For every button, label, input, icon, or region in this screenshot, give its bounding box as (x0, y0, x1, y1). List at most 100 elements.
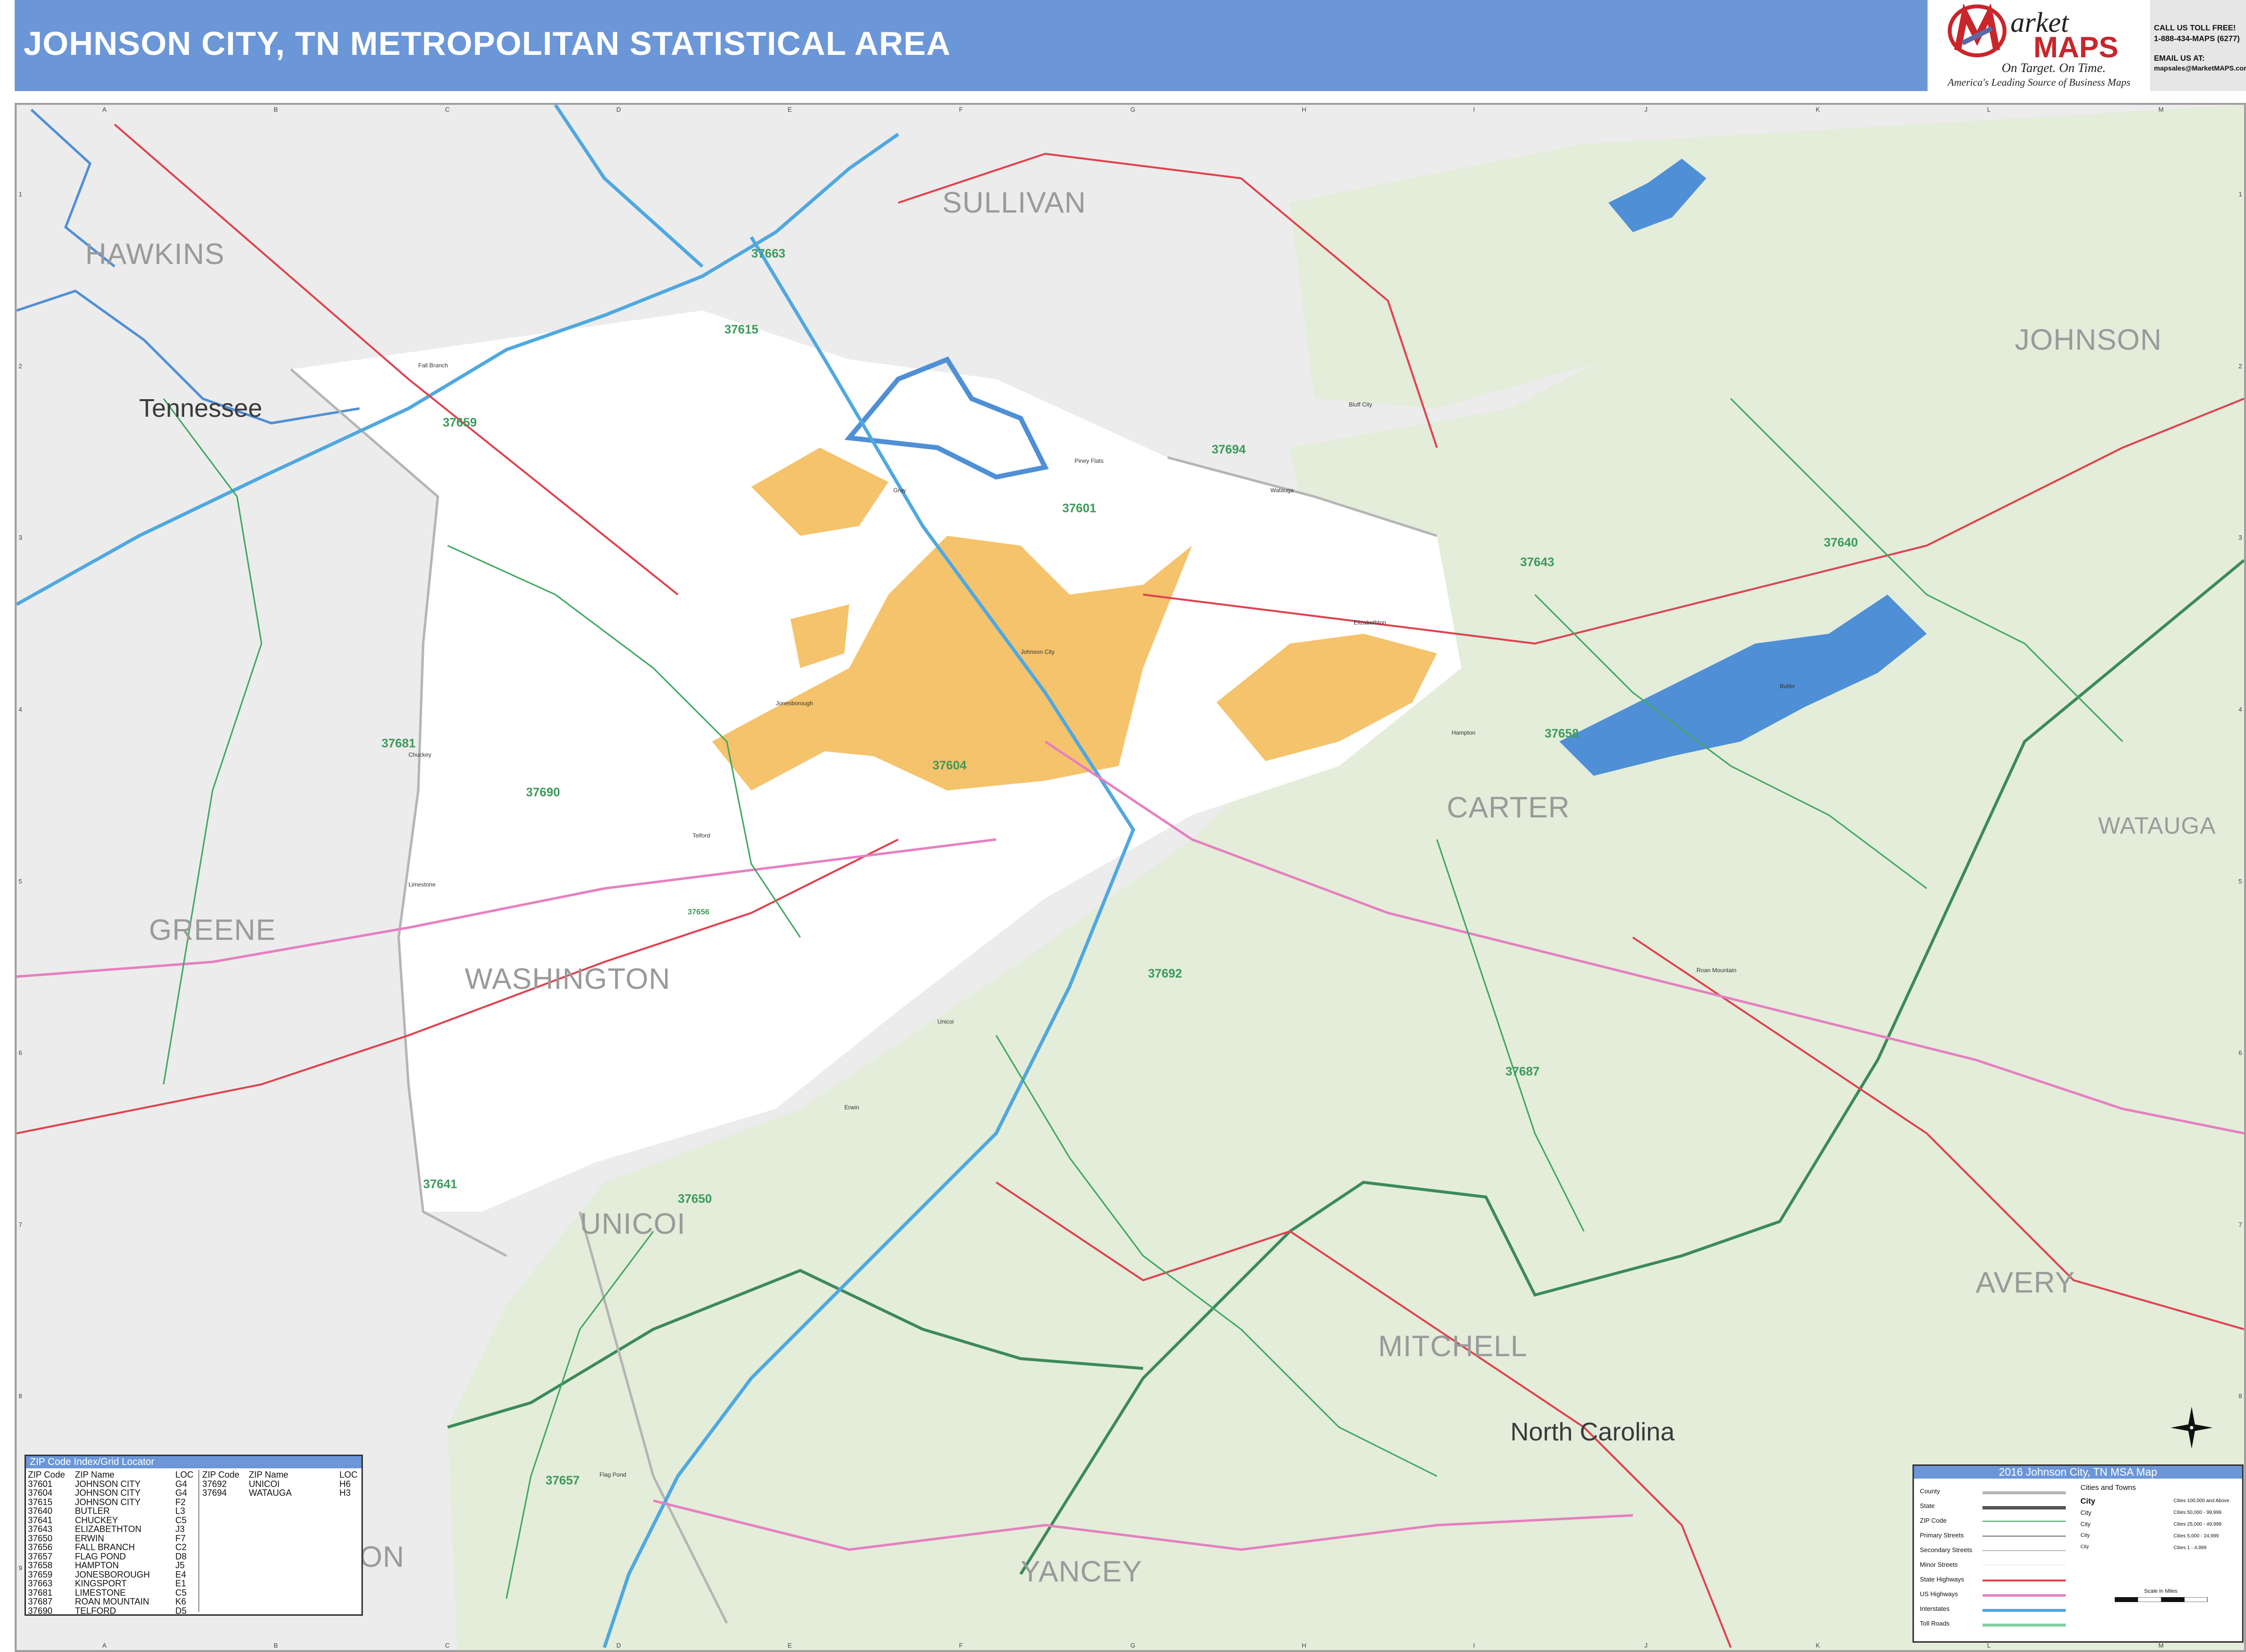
grid-letter: A (102, 106, 107, 113)
grid-letter: A (102, 1642, 107, 1649)
zip-code-index: ZIP Code Index/Grid Locator ZIP Code 376… (24, 1455, 363, 1616)
legend-item-symbol (1983, 1580, 2066, 1581)
grid-letter: I (1473, 1642, 1475, 1649)
zip-index-cell-loc: L3 (175, 1506, 186, 1516)
legend-item-symbol (1983, 1521, 2066, 1522)
zip-index-cell-loc: E4 (175, 1569, 187, 1580)
contact-line-4[interactable]: mapsales@MarketMAPS.com (2154, 64, 2246, 73)
county-label-avery: AVERY (1976, 1266, 2075, 1299)
legend-city-desc: Cities 1 - 4,999 (2174, 1545, 2207, 1551)
zip-label: 37641 (423, 1177, 457, 1191)
zip-label: 37659 (443, 416, 477, 430)
place-label: Jonesborough (776, 700, 813, 707)
zip-index-cell-zip: 37687 (28, 1597, 53, 1606)
place-label: Roan Mountain (1696, 967, 1737, 974)
legend-city-label: City (2080, 1532, 2090, 1538)
zip-index-right-name-col: ZIP Name UNICOI WATAUGA (249, 1470, 337, 1498)
zip-label: 37604 (932, 759, 967, 772)
zip-index-right-loc-col: LOC H6 H3 (339, 1470, 359, 1498)
map-area[interactable]: A A B B C C D D E E F F G G H H I I J J K K L L M M 1 1 2 2 3 3 4 4 5 5 6 6 7… (15, 103, 2246, 1652)
contact-line-2: 1-888-434-MAPS (6277) (2154, 35, 2240, 43)
legend-item-symbol (1983, 1550, 2066, 1551)
zip-label: 37601 (1062, 502, 1097, 515)
zip-index-cell-loc: E1 (175, 1579, 187, 1588)
zip-index-header-zip-2: ZIP Code (202, 1470, 239, 1480)
zip-index-cell-loc: G4 (175, 1488, 188, 1498)
map-canvas (17, 105, 2244, 1650)
place-label: Flag Pond (599, 1471, 626, 1478)
market-maps-logo: arket MAPS On Target. On Time. America's… (1927, 0, 2151, 91)
county-label-greene: GREENE (149, 913, 276, 946)
zip-index-cell-zip: 37657 (28, 1551, 53, 1561)
zip-label: 37656 (688, 908, 710, 916)
county-label-yancey: YANCEY (1021, 1555, 1143, 1588)
place-label: Butler (1780, 683, 1795, 690)
zip-index-cell-zip: 37640 (28, 1506, 53, 1516)
title-bar: JOHNSON CITY, TN METROPOLITAN STATISTICA… (15, 0, 1927, 91)
grid-number: 1 (19, 191, 23, 198)
zip-index-cell-zip: 37658 (28, 1560, 53, 1570)
zip-label: 37681 (382, 737, 416, 750)
zip-index-cell-loc: H3 (339, 1488, 351, 1498)
county-label-carter: CARTER (1447, 791, 1570, 824)
zip-index-right-zip-col: ZIP Code 37692 37694 (202, 1470, 251, 1498)
place-label: Erwin (844, 1104, 860, 1111)
contact-line-3: EMAIL US AT: (2154, 54, 2205, 63)
place-label: Hampton (1452, 729, 1476, 736)
place-label: Piney Flats (1075, 457, 1104, 464)
zip-index-cell-zip: 37659 (28, 1569, 53, 1580)
legend-item-label: Minor Streets (1920, 1561, 1958, 1568)
zip-label: 37663 (751, 247, 786, 261)
place-label: Watauga (1270, 487, 1294, 494)
logo-slogan: On Target. On Time. (2002, 61, 2106, 75)
zip-index-cell-loc: D5 (175, 1605, 187, 1616)
grid-letter: I (1473, 106, 1475, 113)
place-label: Bluff City (1349, 401, 1372, 408)
county-label-washington: WASHINGTON (465, 962, 671, 995)
map-title: JOHNSON CITY, TN METROPOLITAN STATISTICA… (24, 25, 951, 62)
scale-label: Scale in Miles (2144, 1588, 2177, 1594)
grid-letter: C (445, 106, 450, 113)
zip-index-header-loc: LOC (175, 1470, 194, 1480)
zip-index-cell-loc: D8 (175, 1551, 187, 1561)
grid-letter: B (273, 1642, 278, 1649)
county-label-partial: ON (359, 1540, 405, 1573)
zip-index-cell-loc: K6 (175, 1597, 187, 1606)
grid-letter: B (273, 106, 278, 113)
place-label: Gray (893, 487, 907, 494)
place-label: Chuckey (408, 751, 431, 758)
zip-index-cell-zip: 37650 (28, 1533, 53, 1543)
grid-letter: M (2158, 1642, 2164, 1649)
zip-label: 37658 (1545, 727, 1579, 741)
grid-letter: D (616, 1642, 621, 1649)
place-label: Unicoi (937, 1018, 954, 1025)
legend-item-label: Interstates (1920, 1605, 1950, 1612)
place-label: Telford (693, 832, 711, 839)
grid-letter: K (1816, 1642, 1820, 1649)
zip-index-cell-name: CHUCKEY (75, 1515, 119, 1525)
legend-city-desc: Cities 25,000 - 49,999 (2174, 1522, 2222, 1527)
grid-number: 5 (19, 877, 23, 885)
state-label-north-carolina: North Carolina (1510, 1418, 1675, 1446)
zip-index-cell-zip: 37643 (28, 1524, 53, 1534)
grid-number: 7 (19, 1221, 23, 1228)
zip-index-cell-loc: J3 (175, 1524, 185, 1534)
county-label-hawkins: HAWKINS (85, 238, 225, 270)
zip-index-cell-zip: 37615 (28, 1497, 53, 1507)
place-label: Johnson City (1021, 648, 1055, 655)
legend-city-label: City (2080, 1509, 2092, 1516)
zip-index-cell-name: BUTLER (75, 1506, 110, 1516)
zip-index-cell-name: WATAUGA (249, 1488, 292, 1498)
place-label: Limestone (408, 881, 436, 888)
zip-label: 37692 (1148, 967, 1182, 981)
place-label: Fall Branch (418, 362, 448, 369)
grid-number: 2 (2238, 362, 2242, 370)
zip-index-cell-zip: 37663 (28, 1579, 53, 1588)
grid-number: 2 (19, 362, 23, 370)
zip-index-cell-loc: G4 (175, 1479, 188, 1489)
zip-index-cell-name: ELIZABETHTON (75, 1524, 142, 1534)
grid-letter: F (959, 106, 963, 113)
grid-letter: H (1301, 106, 1307, 113)
grid-number: 3 (2238, 534, 2242, 542)
zip-index-cell-loc: F2 (175, 1497, 186, 1507)
